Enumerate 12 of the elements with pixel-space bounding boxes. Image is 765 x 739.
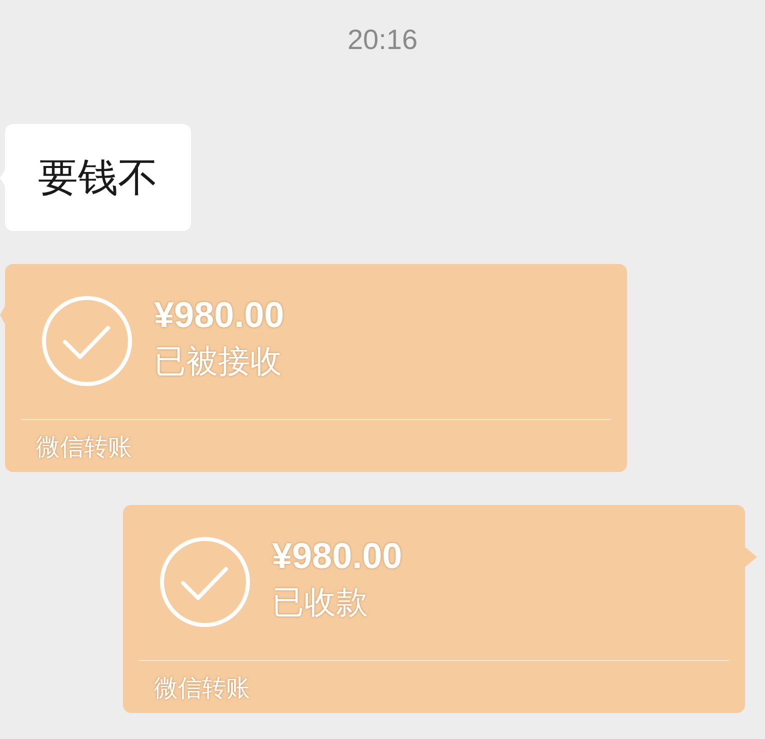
check-circle-icon: [41, 295, 133, 387]
transfer-status: 已收款: [272, 582, 369, 623]
check-circle-icon: [159, 536, 251, 628]
transfer-card[interactable]: ¥980.00 已被接收 微信转账: [5, 264, 627, 472]
timestamp: 20:16: [347, 23, 418, 57]
message-bubble: 要钱不: [5, 124, 191, 231]
transfer-amount: ¥980.00: [154, 293, 284, 337]
transfer-amount: ¥980.00: [272, 534, 402, 578]
transfer-card[interactable]: ¥980.00 已收款 微信转账: [123, 505, 745, 713]
transfer-label: 微信转账: [36, 432, 132, 462]
transfer-status: 已被接收: [154, 341, 283, 382]
transfer-label: 微信转账: [154, 673, 250, 703]
